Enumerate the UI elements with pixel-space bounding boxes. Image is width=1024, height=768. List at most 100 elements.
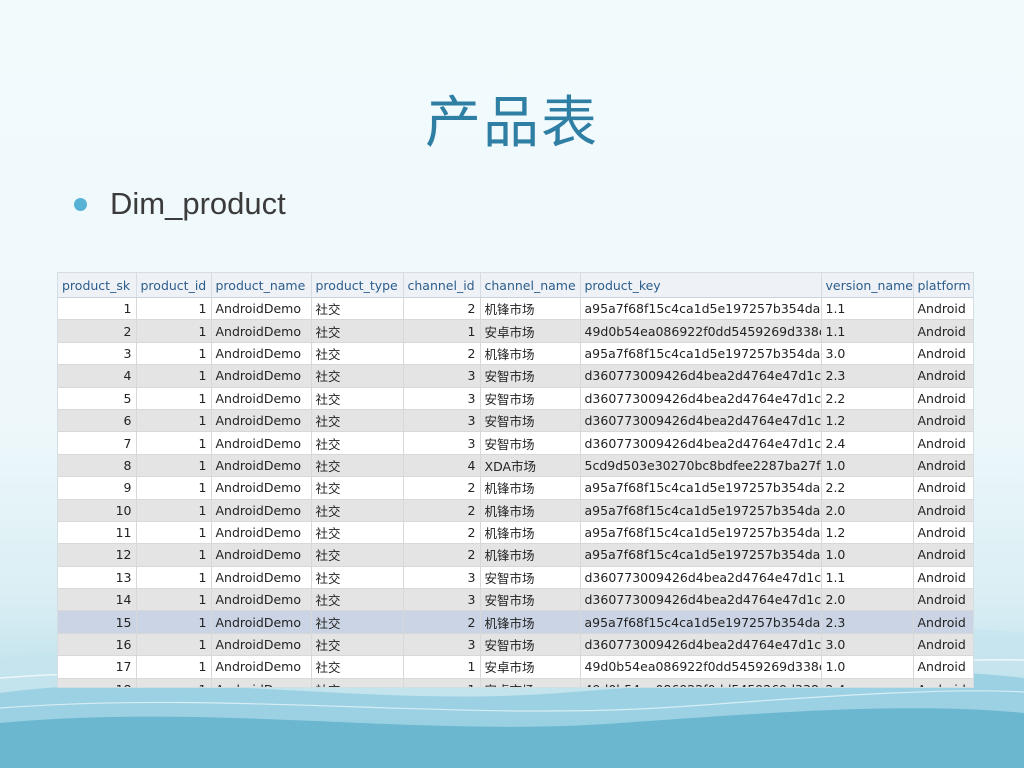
cell-product-id[interactable]: 1 xyxy=(136,342,212,366)
cell-version-name[interactable]: 2.0 xyxy=(821,588,914,612)
cell-product-key[interactable]: 49d0b54ea086922f0dd5459269d338ce xyxy=(580,655,822,679)
table-row[interactable]: 8 1 AndroidDemo 社交 4 XDA市场 5cd9d503e30270bc8bd… xyxy=(58,454,973,478)
cell-channel-name[interactable]: 机锋市场 xyxy=(480,521,581,545)
cell-product-name[interactable]: AndroidDemo xyxy=(211,588,312,612)
cell-product-key[interactable]: a95a7f68f15c4ca1d5e197257b354dad xyxy=(580,521,822,545)
table-row[interactable]: 12 1 AndroidDemo 社交 2 机锋市场 a95a7f68f15c4ca1d5e… xyxy=(58,543,973,567)
cell-product-sk[interactable]: 16 xyxy=(58,633,137,657)
cell-channel-name[interactable]: 安智市场 xyxy=(480,633,581,657)
cell-channel-name[interactable]: 机锋市场 xyxy=(480,342,581,366)
cell-channel-id[interactable]: 3 xyxy=(403,588,481,612)
cell-product-sk[interactable]: 13 xyxy=(58,566,137,590)
cell-product-sk[interactable]: 7 xyxy=(58,431,137,455)
cell-channel-name[interactable]: XDA市场 xyxy=(480,454,581,478)
column-header-channel-id[interactable]: channel_id xyxy=(403,273,481,298)
cell-channel-id[interactable]: 2 xyxy=(403,476,481,500)
cell-channel-id[interactable]: 2 xyxy=(403,610,481,634)
cell-version-name[interactable]: 2.3 xyxy=(821,364,914,388)
cell-product-type[interactable]: 社交 xyxy=(311,409,404,433)
cell-product-key[interactable]: a95a7f68f15c4ca1d5e197257b354dad xyxy=(580,476,822,500)
cell-version-name[interactable]: 1.0 xyxy=(821,454,914,478)
cell-version-name[interactable]: 1.0 xyxy=(821,655,914,679)
cell-product-id[interactable]: 1 xyxy=(136,610,212,634)
cell-product-type[interactable]: 社交 xyxy=(311,543,404,567)
cell-product-id[interactable]: 1 xyxy=(136,655,212,679)
cell-product-type[interactable]: 社交 xyxy=(311,521,404,545)
cell-product-name[interactable]: AndroidDemo xyxy=(211,476,312,500)
cell-product-type[interactable]: 社交 xyxy=(311,342,404,366)
cell-product-name[interactable]: AndroidDemo xyxy=(211,342,312,366)
cell-product-name[interactable]: AndroidDemo xyxy=(211,364,312,388)
cell-product-id[interactable]: 1 xyxy=(136,588,212,612)
cell-version-name[interactable]: 2.4 xyxy=(821,431,914,455)
cell-product-id[interactable]: 1 xyxy=(136,297,212,321)
cell-product-id[interactable]: 1 xyxy=(136,633,212,657)
cell-channel-id[interactable]: 2 xyxy=(403,342,481,366)
cell-product-key[interactable]: d360773009426d4bea2d4764e47d1cb6 xyxy=(580,364,822,388)
cell-channel-id[interactable]: 3 xyxy=(403,409,481,433)
cell-platform[interactable]: Android xyxy=(913,409,973,433)
cell-product-type[interactable]: 社交 xyxy=(311,499,404,522)
cell-product-id[interactable]: 1 xyxy=(136,521,212,545)
cell-channel-id[interactable]: 2 xyxy=(403,297,481,321)
cell-platform[interactable]: Android xyxy=(913,588,973,612)
cell-product-type[interactable]: 社交 xyxy=(311,454,404,478)
cell-product-id[interactable]: 1 xyxy=(136,476,212,500)
cell-product-name[interactable]: AndroidDemo xyxy=(211,499,312,522)
cell-product-key[interactable]: d360773009426d4bea2d4764e47d1cb6 xyxy=(580,431,822,455)
table-row[interactable]: 13 1 AndroidDemo 社交 3 安智市场 d360773009426d4bea2… xyxy=(58,566,973,590)
cell-channel-name[interactable]: 安卓市场 xyxy=(480,319,581,343)
column-header-platform[interactable]: platform xyxy=(913,273,973,298)
table-row[interactable]: 181AndroidDemo社交1安卓市场49d0b54ea086922f0dd… xyxy=(58,678,973,687)
cell-channel-id[interactable]: 1 xyxy=(403,655,481,679)
table-row[interactable]: 10 1 AndroidDemo 社交 2 机锋市场 a95a7f68f15c4ca1d5e… xyxy=(58,499,973,522)
column-header-product-type[interactable]: product_type xyxy=(311,273,404,298)
cell-platform[interactable]: Android xyxy=(913,610,973,634)
product-data-grid[interactable]: product_sk product_id product_name product_… xyxy=(58,273,973,687)
column-header-product-id[interactable]: product_id xyxy=(136,273,212,298)
cell-product-sk[interactable]: 12 xyxy=(58,543,137,567)
cell-product-sk[interactable]: 6 xyxy=(58,409,137,433)
cell-channel-id[interactable]: 3 xyxy=(403,364,481,388)
cell-version-name[interactable]: 1.1 xyxy=(821,319,914,343)
cell-product-name[interactable]: AndroidDemo xyxy=(211,319,312,343)
cell-product-sk[interactable]: 4 xyxy=(58,364,137,388)
cell-product-id[interactable]: 1 xyxy=(136,566,212,590)
cell-channel-id[interactable]: 1 xyxy=(403,678,481,687)
cell-channel-name[interactable]: 安智市场 xyxy=(480,409,581,433)
cell-channel-id[interactable]: 1 xyxy=(403,319,481,343)
cell-product-type[interactable]: 社交 xyxy=(311,387,404,410)
table-row[interactable]: 7 1 AndroidDemo 社交 3 安智市场 d360773009426d4bea2d… xyxy=(58,431,973,455)
cell-product-name[interactable]: AndroidDemo xyxy=(211,297,312,321)
cell-platform[interactable]: Android xyxy=(913,476,973,500)
cell-product-type[interactable]: 社交 xyxy=(311,319,404,343)
cell-channel-name[interactable]: 安卓市场 xyxy=(480,655,581,679)
cell-product-name[interactable]: AndroidDemo xyxy=(211,566,312,590)
table-row[interactable]: 17 1 AndroidDemo 社交 1 安卓市场 49d0b54ea086922f0dd… xyxy=(58,655,973,679)
table-row[interactable]: 11 1 AndroidDemo 社交 2 机锋市场 a95a7f68f15c4ca1d5e… xyxy=(58,521,973,545)
cell-product-sk[interactable]: 14 xyxy=(58,588,137,612)
cell-product-sk[interactable]: 10 xyxy=(58,499,137,522)
cell-product-id[interactable]: 1 xyxy=(136,319,212,343)
cell-product-type[interactable]: 社交 xyxy=(311,633,404,657)
cell-channel-name[interactable]: 安卓市场 xyxy=(480,678,581,687)
cell-product-sk[interactable]: 17 xyxy=(58,655,137,679)
cell-version-name[interactable]: 2.0 xyxy=(821,499,914,522)
cell-channel-name[interactable]: 安智市场 xyxy=(480,588,581,612)
cell-product-id[interactable]: 1 xyxy=(136,499,212,522)
cell-product-key[interactable]: d360773009426d4bea2d4764e47d1cb6 xyxy=(580,566,822,590)
cell-version-name[interactable]: 3.0 xyxy=(821,342,914,366)
cell-version-name[interactable]: 1.2 xyxy=(821,521,914,545)
cell-channel-name[interactable]: 机锋市场 xyxy=(480,610,581,634)
cell-channel-name[interactable]: 机锋市场 xyxy=(480,499,581,522)
cell-product-sk[interactable]: 1 xyxy=(58,297,137,321)
cell-channel-name[interactable]: 安智市场 xyxy=(480,431,581,455)
cell-product-name[interactable]: AndroidDemo xyxy=(211,610,312,634)
cell-product-id[interactable]: 1 xyxy=(136,409,212,433)
cell-product-type[interactable]: 社交 xyxy=(311,655,404,679)
cell-channel-id[interactable]: 2 xyxy=(403,499,481,522)
column-header-product-key[interactable]: product_key xyxy=(580,273,822,298)
cell-channel-id[interactable]: 3 xyxy=(403,431,481,455)
cell-product-type[interactable]: 社交 xyxy=(311,588,404,612)
cell-product-name[interactable]: AndroidDemo xyxy=(211,678,312,687)
